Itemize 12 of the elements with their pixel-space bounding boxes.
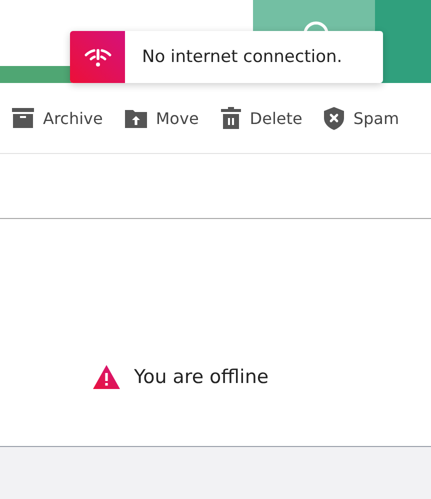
toast-message: No internet connection. (142, 47, 342, 67)
folder-arrow-icon (124, 108, 147, 128)
spam-button[interactable]: Spam (324, 106, 400, 130)
box-icon (12, 108, 34, 128)
warning-icon (93, 364, 120, 388)
trash-icon (220, 107, 241, 129)
move-button[interactable]: Move (124, 108, 199, 128)
archive-button[interactable]: Archive (12, 108, 103, 128)
delete-button[interactable]: Delete (220, 107, 302, 129)
no-wifi-icon (82, 46, 112, 68)
shield-x-icon (324, 106, 344, 130)
offline-message: You are offline (134, 366, 269, 388)
